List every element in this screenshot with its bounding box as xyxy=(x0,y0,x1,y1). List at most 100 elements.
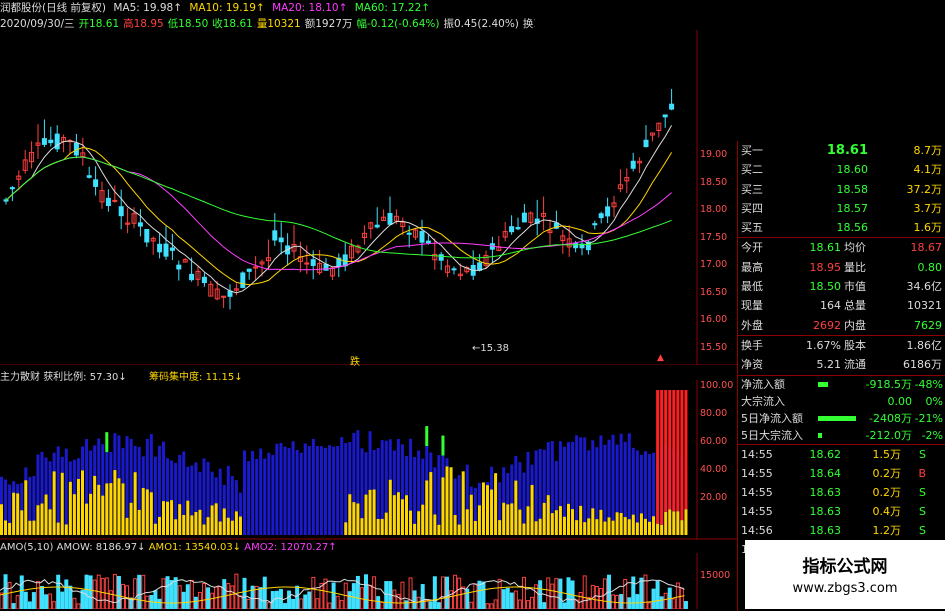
amo-bar xyxy=(554,578,559,609)
indicator-blue-bar xyxy=(303,443,307,535)
amo-bar xyxy=(635,594,640,609)
indicator-yellow-bar xyxy=(68,481,72,535)
indicator-yellow-bar xyxy=(546,495,550,535)
indicator-blue-bar xyxy=(64,448,68,535)
flow-bar xyxy=(818,381,828,387)
indicator-yellow-bar xyxy=(190,515,194,535)
indicator-yellow-bar xyxy=(20,510,24,535)
amo-bar xyxy=(339,600,344,609)
candle-body xyxy=(227,290,233,297)
amo-bar xyxy=(15,595,20,609)
indicator-yellow-bar xyxy=(550,513,554,535)
amo2-label: AMO2: 12070.27↑ xyxy=(244,542,337,553)
candle-body xyxy=(189,273,195,281)
indicator-yellow-bar xyxy=(380,518,384,535)
amo-bar xyxy=(31,592,36,609)
amo-bar xyxy=(173,577,178,609)
amo-bar xyxy=(598,587,603,609)
amo-bar xyxy=(230,585,235,609)
candle-body xyxy=(169,247,175,251)
candle-body xyxy=(137,222,143,227)
amo-bar xyxy=(238,595,243,609)
stat-value: 0.80 xyxy=(917,260,943,274)
indicator-yellow-bar xyxy=(648,521,651,535)
indicator-yellow-bar xyxy=(198,509,202,535)
indicator-yellow-bar xyxy=(60,472,64,535)
flow-percent: -21% xyxy=(914,411,943,425)
indicator-yellow-bar xyxy=(631,514,635,535)
amo-bar xyxy=(274,590,279,609)
indicator-yellow-bar xyxy=(425,480,429,535)
indicator-yellow-bar xyxy=(562,516,566,535)
amo-bar xyxy=(295,585,300,609)
indicator-yellow-bar xyxy=(32,520,36,535)
bid-price: 18.56 xyxy=(836,221,869,235)
stat-label: 内盘 xyxy=(844,318,866,332)
indicator-yellow-bar xyxy=(413,523,417,535)
indicator-green-bar xyxy=(441,435,445,456)
indicator-yellow-bar xyxy=(162,501,165,535)
candle-body xyxy=(598,213,604,219)
bid-label: 买四 xyxy=(741,201,763,215)
amo-bar xyxy=(157,598,162,609)
amo-chart[interactable] xyxy=(0,553,737,609)
amo-bar xyxy=(428,601,433,609)
indicator-yellow-bar xyxy=(121,483,125,535)
flow-bar xyxy=(818,415,856,421)
stat-label: 量比 xyxy=(844,260,866,274)
indicator-yellow-bar xyxy=(210,505,214,535)
low-price-marker: ←15.38 xyxy=(472,343,510,354)
indicator-green-bar xyxy=(105,432,109,453)
stat-label: 最低 xyxy=(741,280,763,294)
stat-value: 164 xyxy=(820,299,841,313)
indicator-chart[interactable] xyxy=(0,380,737,540)
indicator-yellow-bar xyxy=(28,520,32,535)
indicator-yellow-bar xyxy=(372,489,376,535)
amo-bar xyxy=(27,601,32,609)
indicator-yellow-bar xyxy=(473,520,477,535)
flow-value: -2408万 xyxy=(869,411,912,425)
indicator-yellow-bar xyxy=(542,502,546,535)
amo-bar xyxy=(307,591,312,609)
indicator-yellow-bar xyxy=(376,518,380,535)
indicator-yellow-bar xyxy=(76,478,80,535)
indicator-yellow-bar xyxy=(429,472,433,535)
indicator-yellow-bar xyxy=(145,489,149,535)
amo-name[interactable]: AMO(5,10) xyxy=(0,542,53,553)
indicator-yellow-bar xyxy=(676,511,680,535)
ma60-label: MA60: 17.22↑ xyxy=(354,2,431,14)
candle-body xyxy=(112,199,118,202)
amo-bar xyxy=(3,574,8,609)
indicator-yellow-bar xyxy=(101,495,105,535)
indicator-red-bar xyxy=(672,390,676,512)
indicator-yellow-bar xyxy=(522,523,526,535)
stat-value: 18.50 xyxy=(809,280,842,294)
tick-row: 14:56 18.63 1.2万 S xyxy=(738,521,945,540)
stat-label: 换手 xyxy=(741,338,763,352)
indicator-yellow-bar xyxy=(579,505,583,535)
indicator-yellow-bar xyxy=(8,522,12,535)
flow-row: 5日大宗流入 -212.0万 -2% xyxy=(738,427,945,444)
tick-row: 14:55 18.63 0.2万 S xyxy=(738,483,945,502)
amo-bar xyxy=(509,592,514,609)
amo-bar xyxy=(432,576,437,609)
indicator-yellow-bar xyxy=(656,523,660,535)
amo-bar xyxy=(493,599,498,609)
amo-bar xyxy=(206,587,211,609)
stock-title[interactable]: 润都股份(日线 前复权) xyxy=(0,2,106,14)
watermark-url: www.zbgs3.com xyxy=(792,581,898,596)
amo-bar xyxy=(380,601,385,609)
flow-percent: -2% xyxy=(921,428,943,442)
tick-row: 14:55 18.63 0.4万 S xyxy=(738,502,945,521)
open-label: 开18.61 xyxy=(78,18,120,30)
candle-body xyxy=(246,268,252,272)
bid-row: 买二 18.60 4.1万 xyxy=(738,160,945,179)
stat-row: 换手 1.67% 股本 1.86亿 xyxy=(738,336,945,355)
amo-bar xyxy=(655,580,660,609)
amo-bar xyxy=(639,577,644,609)
amo-bar xyxy=(72,597,77,609)
candle-body xyxy=(419,231,425,243)
indicator-yellow-bar xyxy=(93,475,97,535)
flow-label: 5日大宗流入 xyxy=(741,428,803,442)
price-tick: 18.00 xyxy=(700,204,728,215)
